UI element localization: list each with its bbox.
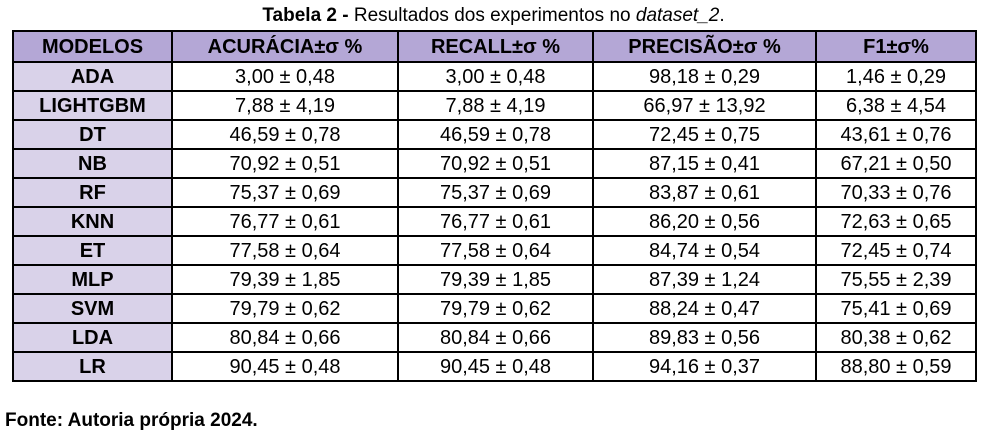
recall-cell: 46,59 ± 0,78 — [397, 119, 594, 150]
table-row: MLP 79,39 ± 1,85 79,39 ± 1,85 87,39 ± 1,24 7… — [12, 264, 977, 295]
table-row: ET 77,58 ± 0,64 77,58 ± 0,64 84,74 ± 0,54 72… — [12, 235, 977, 266]
precision-cell: 86,20 ± 0,56 — [592, 206, 817, 237]
table-row: LIGHTGBM 7,88 ± 4,19 7,88 ± 4,19 66,97 ± 13… — [12, 90, 977, 121]
recall-cell: 75,37 ± 0,69 — [397, 177, 594, 208]
accuracy-cell: 90,45 ± 0,48 — [171, 351, 399, 382]
precision-cell: 87,15 ± 0,41 — [592, 148, 817, 179]
table-row: NB 70,92 ± 0,51 70,92 ± 0,51 87,15 ± 0,41 67… — [12, 148, 977, 179]
model-name: SVM — [12, 293, 173, 324]
f1-cell: 72,45 ± 0,74 — [815, 235, 977, 266]
results-table: MODELOS ACURÁCIA±σ % RECALL±σ % PRECISÃO… — [12, 30, 977, 382]
model-name: LR — [12, 351, 173, 382]
model-name: RF — [12, 177, 173, 208]
f1-cell: 88,80 ± 0,59 — [815, 351, 977, 382]
model-name: NB — [12, 148, 173, 179]
table-body: ADA 3,00 ± 0,48 3,00 ± 0,48 98,18 ± 0,29 1,4… — [12, 61, 977, 382]
accuracy-cell: 3,00 ± 0,48 — [171, 61, 399, 92]
header-precision: PRECISÃO±σ % — [592, 30, 817, 63]
f1-cell: 70,33 ± 0,76 — [815, 177, 977, 208]
source-footnote: Fonte: Autoria própria 2024. — [5, 410, 258, 431]
f1-cell: 80,38 ± 0,62 — [815, 322, 977, 353]
precision-cell: 83,87 ± 0,61 — [592, 177, 817, 208]
table-row: SVM 79,79 ± 0,62 79,79 ± 0,62 88,24 ± 0,47 7… — [12, 293, 977, 324]
table-row: LR 90,45 ± 0,48 90,45 ± 0,48 94,16 ± 0,37 88… — [12, 351, 977, 382]
header-models: MODELOS — [12, 30, 173, 63]
model-name: KNN — [12, 206, 173, 237]
model-name: MLP — [12, 264, 173, 295]
recall-cell: 3,00 ± 0,48 — [397, 61, 594, 92]
f1-cell: 6,38 ± 4,54 — [815, 90, 977, 121]
model-name: ET — [12, 235, 173, 266]
caption-end: . — [719, 5, 725, 26]
recall-cell: 90,45 ± 0,48 — [397, 351, 594, 382]
caption-dataset-name: dataset_2 — [635, 5, 720, 26]
recall-cell: 76,77 ± 0,61 — [397, 206, 594, 237]
precision-cell: 87,39 ± 1,24 — [592, 264, 817, 295]
precision-cell: 98,18 ± 0,29 — [592, 61, 817, 92]
accuracy-cell: 46,59 ± 0,78 — [171, 119, 399, 150]
model-name: LDA — [12, 322, 173, 353]
recall-cell: 70,92 ± 0,51 — [397, 148, 594, 179]
f1-cell: 1,46 ± 0,29 — [815, 61, 977, 92]
accuracy-cell: 79,79 ± 0,62 — [171, 293, 399, 324]
recall-cell: 77,58 ± 0,64 — [397, 235, 594, 266]
table-row: ADA 3,00 ± 0,48 3,00 ± 0,48 98,18 ± 0,29 1,4… — [12, 61, 977, 92]
accuracy-cell: 75,37 ± 0,69 — [171, 177, 399, 208]
recall-cell: 79,39 ± 1,85 — [397, 264, 594, 295]
recall-cell: 80,84 ± 0,66 — [397, 322, 594, 353]
accuracy-cell: 7,88 ± 4,19 — [171, 90, 399, 121]
caption-label: Tabela 2 - — [262, 5, 349, 26]
precision-cell: 89,83 ± 0,56 — [592, 322, 817, 353]
model-name: DT — [12, 119, 173, 150]
accuracy-cell: 70,92 ± 0,51 — [171, 148, 399, 179]
accuracy-cell: 79,39 ± 1,85 — [171, 264, 399, 295]
f1-cell: 67,21 ± 0,50 — [815, 148, 977, 179]
caption-text: Resultados dos experimentos no — [348, 5, 636, 26]
table-caption: Tabela 2 - Resultados dos experimentos n… — [0, 3, 987, 29]
f1-cell: 72,63 ± 0,65 — [815, 206, 977, 237]
header-f1: F1±σ% — [815, 30, 977, 63]
table-header-row: MODELOS ACURÁCIA±σ % RECALL±σ % PRECISÃO… — [12, 30, 977, 63]
recall-cell: 7,88 ± 4,19 — [397, 90, 594, 121]
precision-cell: 66,97 ± 13,92 — [592, 90, 817, 121]
f1-cell: 75,41 ± 0,69 — [815, 293, 977, 324]
table-row: KNN 76,77 ± 0,61 76,77 ± 0,61 86,20 ± 0,56 7… — [12, 206, 977, 237]
precision-cell: 94,16 ± 0,37 — [592, 351, 817, 382]
accuracy-cell: 77,58 ± 0,64 — [171, 235, 399, 266]
header-accuracy: ACURÁCIA±σ % — [171, 30, 399, 63]
table-row: LDA 80,84 ± 0,66 80,84 ± 0,66 89,83 ± 0,56 8… — [12, 322, 977, 353]
table-row: DT 46,59 ± 0,78 46,59 ± 0,78 72,45 ± 0,75 43… — [12, 119, 977, 150]
recall-cell: 79,79 ± 0,62 — [397, 293, 594, 324]
header-recall: RECALL±σ % — [397, 30, 594, 63]
accuracy-cell: 80,84 ± 0,66 — [171, 322, 399, 353]
f1-cell: 43,61 ± 0,76 — [815, 119, 977, 150]
precision-cell: 88,24 ± 0,47 — [592, 293, 817, 324]
model-name: LIGHTGBM — [12, 90, 173, 121]
table-row: RF 75,37 ± 0,69 75,37 ± 0,69 83,87 ± 0,61 70… — [12, 177, 977, 208]
precision-cell: 84,74 ± 0,54 — [592, 235, 817, 266]
precision-cell: 72,45 ± 0,75 — [592, 119, 817, 150]
model-name: ADA — [12, 61, 173, 92]
f1-cell: 75,55 ± 2,39 — [815, 264, 977, 295]
accuracy-cell: 76,77 ± 0,61 — [171, 206, 399, 237]
